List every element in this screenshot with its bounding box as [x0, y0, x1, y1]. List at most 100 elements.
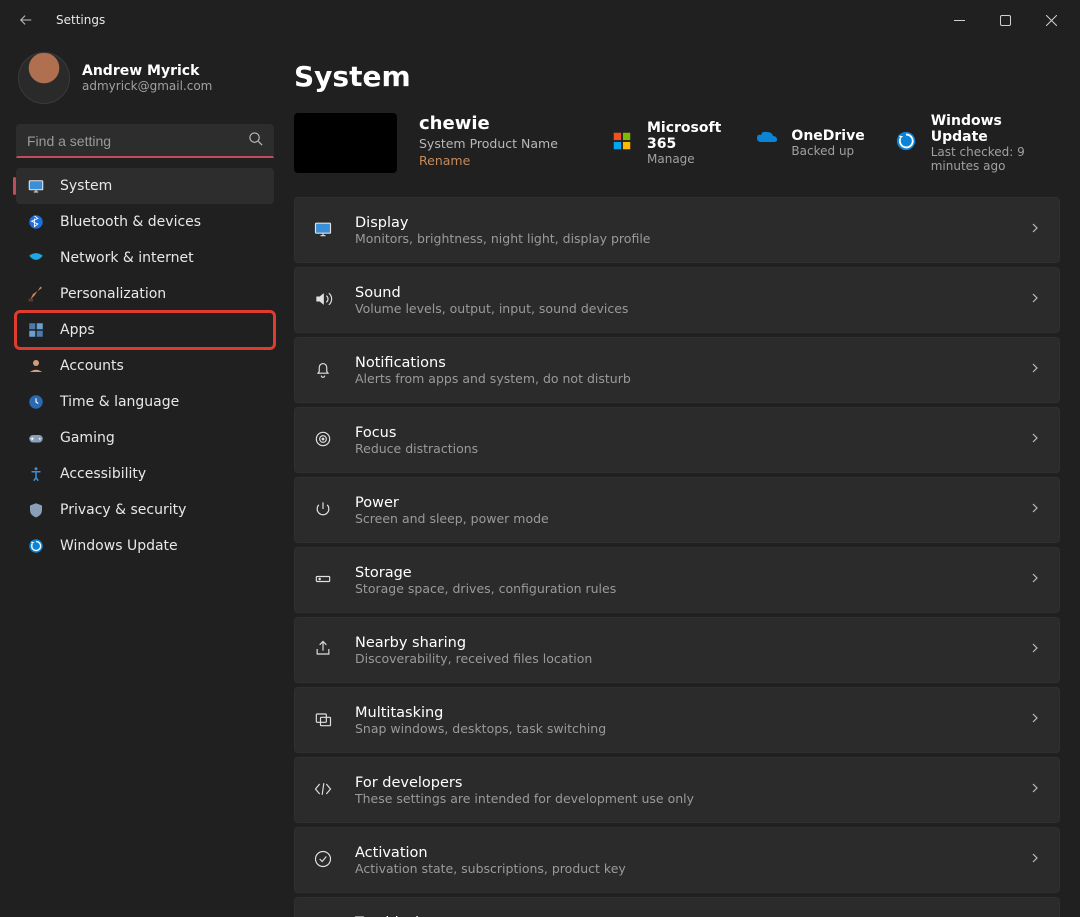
chevron-right-icon — [1029, 292, 1041, 308]
gamepad-icon — [26, 428, 46, 448]
pc-name: chewie — [419, 113, 589, 134]
display-icon — [26, 176, 46, 196]
card-subtitle: These settings are intended for developm… — [355, 791, 1009, 806]
sidebar-item-bluetooth-devices[interactable]: Bluetooth & devices — [16, 204, 274, 240]
chevron-right-icon — [1029, 642, 1041, 658]
sidebar-item-label: Personalization — [60, 286, 166, 302]
setting-card-focus[interactable]: Focus Reduce distractions — [294, 407, 1060, 473]
close-button[interactable] — [1028, 4, 1074, 36]
settings-cards: Display Monitors, brightness, night ligh… — [294, 197, 1060, 917]
setting-card-notifications[interactable]: Notifications Alerts from apps and syste… — [294, 337, 1060, 403]
chevron-right-icon — [1029, 712, 1041, 728]
card-title: Power — [355, 495, 1009, 511]
setting-card-display[interactable]: Display Monitors, brightness, night ligh… — [294, 197, 1060, 263]
sidebar-item-accounts[interactable]: Accounts — [16, 348, 274, 384]
card-title: Multitasking — [355, 705, 1009, 721]
setting-card-power[interactable]: Power Screen and sleep, power mode — [294, 477, 1060, 543]
clock-icon — [26, 392, 46, 412]
card-subtitle: Screen and sleep, power mode — [355, 511, 1009, 526]
card-title: Activation — [355, 845, 1009, 861]
avatar — [18, 52, 70, 104]
sidebar-item-label: Apps — [60, 322, 95, 338]
setting-card-multitasking[interactable]: Multitasking Snap windows, desktops, tas… — [294, 687, 1060, 753]
card-subtitle: Storage space, drives, configuration rul… — [355, 581, 1009, 596]
sidebar-item-apps[interactable]: Apps — [16, 312, 274, 348]
sidebar-item-label: Gaming — [60, 430, 115, 446]
sound-icon — [313, 289, 335, 311]
sidebar-item-accessibility[interactable]: Accessibility — [16, 456, 274, 492]
back-button[interactable] — [14, 8, 38, 32]
sidebar-item-privacy-security[interactable]: Privacy & security — [16, 492, 274, 528]
nav: System Bluetooth & devices Network & int… — [16, 168, 274, 564]
check-icon — [313, 849, 335, 871]
update-icon — [895, 130, 921, 156]
maximize-button[interactable] — [982, 4, 1028, 36]
setting-card-troubleshoot[interactable]: Troubleshoot Recommended troubleshooters… — [294, 897, 1060, 917]
target-icon — [313, 429, 335, 451]
sidebar-item-label: Accessibility — [60, 466, 146, 482]
chevron-right-icon — [1029, 222, 1041, 238]
status-onedrive-sub: Backed up — [791, 144, 864, 158]
system-header: chewie System Product Name Rename — [294, 113, 1060, 173]
card-title: For developers — [355, 775, 1009, 791]
m365-icon — [611, 130, 637, 156]
power-icon — [313, 499, 335, 521]
user-profile[interactable]: Andrew Myrick admyrick@gmail.com — [16, 48, 274, 114]
rename-link[interactable]: Rename — [419, 153, 589, 168]
sidebar-item-time-language[interactable]: Time & language — [16, 384, 274, 420]
sidebar-item-windows-update[interactable]: Windows Update — [16, 528, 274, 564]
sidebar-item-label: Network & internet — [60, 250, 194, 266]
card-subtitle: Discoverability, received files location — [355, 651, 1009, 666]
card-subtitle: Reduce distractions — [355, 441, 1009, 456]
storage-icon — [313, 569, 335, 591]
card-subtitle: Activation state, subscriptions, product… — [355, 861, 1009, 876]
status-onedrive-title: OneDrive — [791, 128, 864, 144]
sidebar-item-network-internet[interactable]: Network & internet — [16, 240, 274, 276]
minimize-button[interactable] — [936, 4, 982, 36]
apps-icon — [26, 320, 46, 340]
setting-card-sound[interactable]: Sound Volume levels, output, input, soun… — [294, 267, 1060, 333]
status-update-title: Windows Update — [931, 113, 1060, 145]
titlebar: Settings — [0, 0, 1080, 40]
chevron-right-icon — [1029, 782, 1041, 798]
status-onedrive[interactable]: OneDrive Backed up — [755, 113, 864, 173]
multitask-icon — [313, 709, 335, 731]
status-m365[interactable]: Microsoft 365 Manage — [611, 113, 725, 173]
window-title: Settings — [56, 13, 105, 27]
chevron-right-icon — [1029, 502, 1041, 518]
status-m365-sub: Manage — [647, 152, 725, 166]
chevron-right-icon — [1029, 432, 1041, 448]
setting-card-for-developers[interactable]: For developers These settings are intend… — [294, 757, 1060, 823]
setting-card-storage[interactable]: Storage Storage space, drives, configura… — [294, 547, 1060, 613]
card-title: Display — [355, 215, 1009, 231]
display-icon — [313, 219, 335, 241]
search-icon — [248, 131, 263, 150]
search-input[interactable] — [27, 133, 237, 149]
card-subtitle: Alerts from apps and system, do not dist… — [355, 371, 1009, 386]
status-m365-title: Microsoft 365 — [647, 120, 725, 152]
card-title: Focus — [355, 425, 1009, 441]
sidebar: Andrew Myrick admyrick@gmail.com System … — [0, 40, 290, 917]
onedrive-icon — [755, 130, 781, 156]
person-icon — [26, 356, 46, 376]
shield-icon — [26, 500, 46, 520]
sidebar-item-personalization[interactable]: Personalization — [16, 276, 274, 312]
dev-icon — [313, 779, 335, 801]
chevron-right-icon — [1029, 572, 1041, 588]
card-subtitle: Monitors, brightness, night light, displ… — [355, 231, 1009, 246]
sidebar-item-label: Privacy & security — [60, 502, 186, 518]
bluetooth-icon — [26, 212, 46, 232]
pc-thumbnail — [294, 113, 397, 173]
user-email: admyrick@gmail.com — [82, 79, 212, 93]
sidebar-item-system[interactable]: System — [16, 168, 274, 204]
sidebar-item-gaming[interactable]: Gaming — [16, 420, 274, 456]
chevron-right-icon — [1029, 362, 1041, 378]
setting-card-nearby-sharing[interactable]: Nearby sharing Discoverability, received… — [294, 617, 1060, 683]
card-title: Nearby sharing — [355, 635, 1009, 651]
status-update[interactable]: Windows Update Last checked: 9 minutes a… — [895, 113, 1060, 173]
search-input-wrap[interactable] — [16, 124, 274, 158]
card-title: Notifications — [355, 355, 1009, 371]
setting-card-activation[interactable]: Activation Activation state, subscriptio… — [294, 827, 1060, 893]
card-subtitle: Snap windows, desktops, task switching — [355, 721, 1009, 736]
bell-icon — [313, 359, 335, 381]
